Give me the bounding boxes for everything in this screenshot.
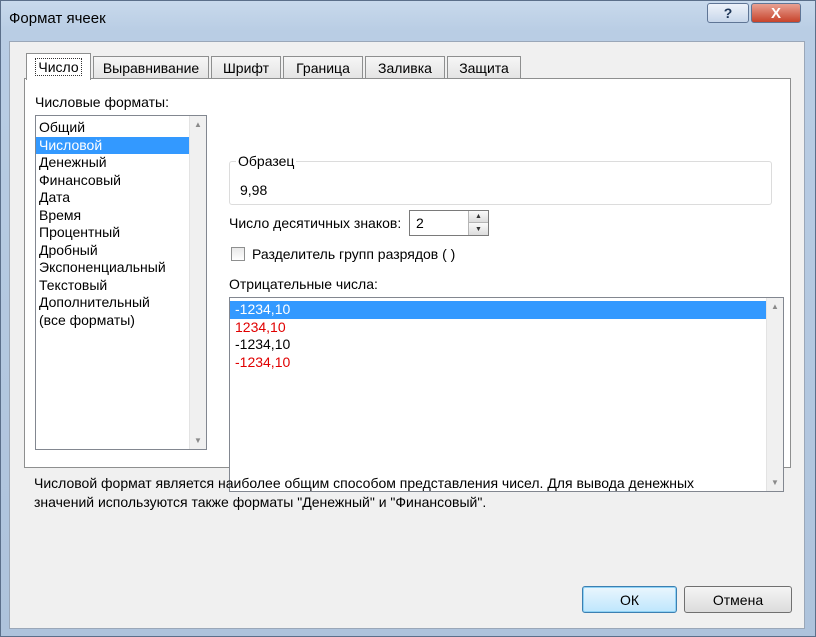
tab-number[interactable]: Число (26, 53, 91, 80)
number-tab-panel: Числовые форматы: Общий Числовой Денежны… (24, 78, 791, 492)
format-cells-dialog: Формат ячеек ? X Число Выравнивание Шриф… (0, 0, 816, 637)
category-item[interactable]: Дата (36, 189, 206, 207)
tab-font[interactable]: Шрифт (211, 56, 281, 79)
tab-fill[interactable]: Заливка (365, 56, 445, 79)
tab-protection[interactable]: Защита (447, 56, 521, 79)
tab-alignment-label: Выравнивание (102, 60, 200, 76)
scroll-down-icon[interactable]: ▼ (190, 432, 206, 449)
help-icon: ? (723, 5, 733, 21)
negative-list[interactable]: -1234,10 1234,10 -1234,10 -1234,10 ▲ ▼ (229, 297, 784, 492)
close-button[interactable]: X (751, 3, 801, 23)
format-description: Числовой формат является наиболее общим … (34, 475, 695, 510)
category-item[interactable]: Дополнительный (36, 294, 206, 312)
spinner-down-icon[interactable]: ▼ (469, 223, 488, 235)
scroll-up-icon[interactable]: ▲ (190, 116, 206, 133)
cancel-button[interactable]: Отмена (684, 586, 792, 613)
sample-group: Образец 9,98 (229, 153, 772, 205)
category-scrollbar[interactable]: ▲ ▼ (189, 116, 206, 449)
decimals-value[interactable]: 2 (416, 215, 424, 231)
help-button[interactable]: ? (707, 3, 749, 23)
tab-border-label: Граница (296, 60, 350, 76)
negative-item[interactable]: -1234,10 (230, 336, 783, 354)
categories-label: Числовые форматы: (35, 94, 169, 110)
close-icon: X (770, 4, 781, 22)
tab-number-label: Число (35, 58, 82, 76)
negative-scrollbar[interactable]: ▲ ▼ (766, 298, 783, 491)
category-item[interactable]: Текстовый (36, 277, 206, 295)
negative-label: Отрицательные числа: (229, 276, 378, 292)
category-item[interactable]: Процентный (36, 224, 206, 242)
category-item[interactable]: (все форматы) (36, 312, 206, 330)
negative-item[interactable]: -1234,10 (230, 354, 783, 372)
ok-button[interactable]: ОК (582, 586, 677, 613)
category-item[interactable]: Финансовый (36, 172, 206, 190)
separator-checkbox[interactable] (231, 247, 245, 261)
tab-border[interactable]: Граница (283, 56, 363, 79)
decimals-label: Число десятичных знаков: (229, 215, 402, 231)
category-item[interactable]: Дробный (36, 242, 206, 260)
separator-label[interactable]: Разделитель групп разрядов ( ) (252, 246, 455, 262)
dialog-body: Число Выравнивание Шрифт Граница Заливка… (9, 41, 805, 629)
tab-fill-label: Заливка (378, 60, 432, 76)
sample-value: 9,98 (240, 182, 268, 198)
category-item[interactable]: Экспоненциальный (36, 259, 206, 277)
title-bar[interactable]: Формат ячеек ? X (1, 1, 815, 37)
category-list[interactable]: Общий Числовой Денежный Финансовый Дата … (35, 115, 207, 450)
decimals-spinner[interactable]: 2 ▲ ▼ (409, 210, 489, 236)
spinner-buttons: ▲ ▼ (468, 211, 488, 235)
category-item[interactable]: Денежный (36, 154, 206, 172)
negative-item[interactable]: -1234,10 (230, 301, 783, 319)
negative-item[interactable]: 1234,10 (230, 319, 783, 337)
spinner-up-icon[interactable]: ▲ (469, 211, 488, 223)
tab-protection-label: Защита (459, 60, 509, 76)
dialog-title: Формат ячеек (9, 10, 106, 27)
category-item[interactable]: Время (36, 207, 206, 225)
tab-alignment[interactable]: Выравнивание (93, 56, 209, 79)
category-item-selected[interactable]: Числовой (36, 136, 206, 154)
tab-font-label: Шрифт (222, 60, 270, 76)
sample-label: Образец (236, 153, 297, 169)
category-item[interactable]: Общий (36, 119, 206, 137)
scroll-down-icon[interactable]: ▼ (767, 474, 783, 491)
scroll-up-icon[interactable]: ▲ (767, 298, 783, 315)
